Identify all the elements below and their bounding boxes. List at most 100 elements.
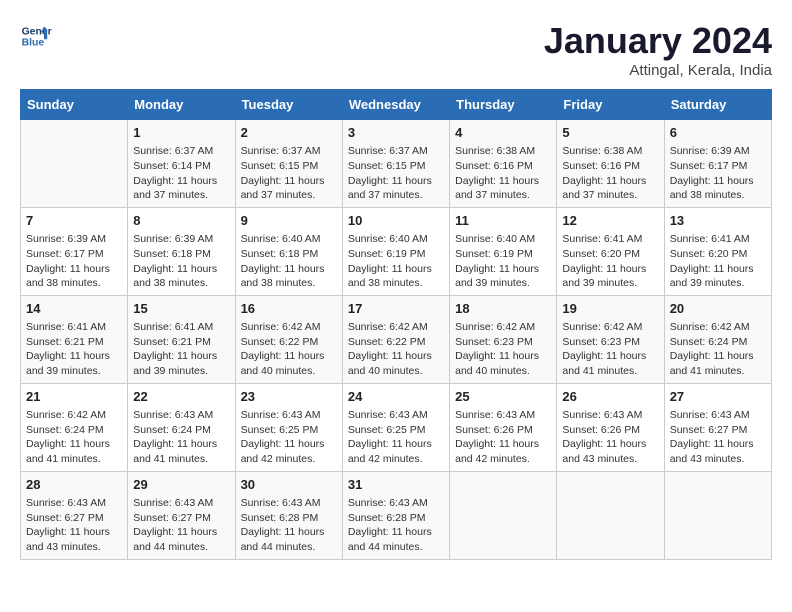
- week-row-4: 21Sunrise: 6:42 AMSunset: 6:24 PMDayligh…: [21, 383, 772, 471]
- column-header-saturday: Saturday: [664, 90, 771, 120]
- day-info: Sunset: 6:16 PM: [562, 159, 658, 174]
- day-info: Daylight: 11 hours and 38 minutes.: [133, 262, 229, 291]
- day-info: Daylight: 11 hours and 40 minutes.: [455, 349, 551, 378]
- day-info: Sunset: 6:25 PM: [241, 423, 337, 438]
- day-number: 5: [562, 124, 658, 142]
- day-cell: 25Sunrise: 6:43 AMSunset: 6:26 PMDayligh…: [450, 383, 557, 471]
- day-info: Sunset: 6:22 PM: [348, 335, 444, 350]
- day-info: Sunset: 6:23 PM: [562, 335, 658, 350]
- day-cell: 2Sunrise: 6:37 AMSunset: 6:15 PMDaylight…: [235, 120, 342, 208]
- day-cell: 21Sunrise: 6:42 AMSunset: 6:24 PMDayligh…: [21, 383, 128, 471]
- day-cell: 24Sunrise: 6:43 AMSunset: 6:25 PMDayligh…: [342, 383, 449, 471]
- day-info: Sunset: 6:17 PM: [26, 247, 122, 262]
- day-cell: 4Sunrise: 6:38 AMSunset: 6:16 PMDaylight…: [450, 120, 557, 208]
- day-info: Daylight: 11 hours and 37 minutes.: [348, 174, 444, 203]
- day-info: Sunrise: 6:43 AM: [348, 408, 444, 423]
- day-info: Sunset: 6:24 PM: [133, 423, 229, 438]
- day-cell: [557, 471, 664, 559]
- day-number: 28: [26, 476, 122, 494]
- column-header-wednesday: Wednesday: [342, 90, 449, 120]
- day-info: Sunset: 6:24 PM: [670, 335, 766, 350]
- day-cell: 3Sunrise: 6:37 AMSunset: 6:15 PMDaylight…: [342, 120, 449, 208]
- day-info: Sunrise: 6:37 AM: [133, 144, 229, 159]
- day-info: Sunset: 6:26 PM: [455, 423, 551, 438]
- day-info: Daylight: 11 hours and 37 minutes.: [133, 174, 229, 203]
- day-cell: [450, 471, 557, 559]
- day-info: Daylight: 11 hours and 39 minutes.: [26, 349, 122, 378]
- day-cell: 15Sunrise: 6:41 AMSunset: 6:21 PMDayligh…: [128, 295, 235, 383]
- day-info: Sunset: 6:18 PM: [241, 247, 337, 262]
- day-number: 15: [133, 300, 229, 318]
- day-number: 27: [670, 388, 766, 406]
- svg-text:Blue: Blue: [22, 38, 45, 49]
- day-number: 22: [133, 388, 229, 406]
- day-info: Sunset: 6:20 PM: [562, 247, 658, 262]
- day-info: Daylight: 11 hours and 40 minutes.: [348, 349, 444, 378]
- column-header-tuesday: Tuesday: [235, 90, 342, 120]
- day-cell: 14Sunrise: 6:41 AMSunset: 6:21 PMDayligh…: [21, 295, 128, 383]
- day-cell: 6Sunrise: 6:39 AMSunset: 6:17 PMDaylight…: [664, 120, 771, 208]
- day-info: Daylight: 11 hours and 44 minutes.: [133, 525, 229, 554]
- day-number: 18: [455, 300, 551, 318]
- day-number: 9: [241, 212, 337, 230]
- day-info: Sunrise: 6:42 AM: [348, 320, 444, 335]
- day-cell: 17 Sunrise: 6:42 AMSunset: 6:22 PMDayligh…: [342, 295, 449, 383]
- day-cell: 7Sunrise: 6:39 AMSunset: 6:17 PMDaylight…: [21, 207, 128, 295]
- day-number: 10: [348, 212, 444, 230]
- day-info: Sunset: 6:17 PM: [670, 159, 766, 174]
- day-number: 3: [348, 124, 444, 142]
- day-info: Daylight: 11 hours and 39 minutes.: [455, 262, 551, 291]
- day-number: 4: [455, 124, 551, 142]
- day-info: Sunrise: 6:42 AM: [455, 320, 551, 335]
- day-info: Daylight: 11 hours and 42 minutes.: [348, 437, 444, 466]
- day-number: 29: [133, 476, 229, 494]
- day-info: Sunrise: 6:39 AM: [133, 232, 229, 247]
- page-header: General Blue January 2024 Attingal, Kera…: [20, 20, 772, 79]
- day-info: Sunset: 6:28 PM: [241, 511, 337, 526]
- day-info: Sunrise: 6:37 AM: [241, 144, 337, 159]
- day-info: Sunrise: 6:43 AM: [670, 408, 766, 423]
- day-info: Daylight: 11 hours and 38 minutes.: [26, 262, 122, 291]
- day-info: Sunset: 6:28 PM: [348, 511, 444, 526]
- day-info: Sunrise: 6:43 AM: [348, 496, 444, 511]
- day-number: 25: [455, 388, 551, 406]
- day-number: 17: [348, 300, 444, 318]
- day-number: 19: [562, 300, 658, 318]
- day-cell: 10Sunrise: 6:40 AMSunset: 6:19 PMDayligh…: [342, 207, 449, 295]
- svg-text:General: General: [22, 26, 52, 37]
- day-cell: 31Sunrise: 6:43 AMSunset: 6:28 PMDayligh…: [342, 471, 449, 559]
- day-cell: 16Sunrise: 6:42 AMSunset: 6:22 PMDayligh…: [235, 295, 342, 383]
- day-info: Sunrise: 6:43 AM: [241, 496, 337, 511]
- day-info: Sunset: 6:22 PM: [241, 335, 337, 350]
- day-info: Daylight: 11 hours and 41 minutes.: [670, 349, 766, 378]
- column-header-friday: Friday: [557, 90, 664, 120]
- day-cell: 5Sunrise: 6:38 AMSunset: 6:16 PMDaylight…: [557, 120, 664, 208]
- day-info: Sunset: 6:18 PM: [133, 247, 229, 262]
- day-info: Sunrise: 6:41 AM: [133, 320, 229, 335]
- calendar-table: SundayMondayTuesdayWednesdayThursdayFrid…: [20, 89, 772, 560]
- column-header-monday: Monday: [128, 90, 235, 120]
- day-info: Daylight: 11 hours and 43 minutes.: [562, 437, 658, 466]
- day-info: Sunrise: 6:43 AM: [562, 408, 658, 423]
- day-cell: 13Sunrise: 6:41 AMSunset: 6:20 PMDayligh…: [664, 207, 771, 295]
- day-number: 23: [241, 388, 337, 406]
- day-info: Sunset: 6:15 PM: [348, 159, 444, 174]
- day-info: Sunrise: 6:42 AM: [670, 320, 766, 335]
- day-info: Daylight: 11 hours and 41 minutes.: [562, 349, 658, 378]
- day-number: 14: [26, 300, 122, 318]
- day-cell: 26Sunrise: 6:43 AMSunset: 6:26 PMDayligh…: [557, 383, 664, 471]
- day-cell: 20Sunrise: 6:42 AMSunset: 6:24 PMDayligh…: [664, 295, 771, 383]
- title-block: January 2024 Attingal, Kerala, India: [544, 20, 772, 79]
- day-info: Sunrise: 6:43 AM: [133, 408, 229, 423]
- day-info: Sunrise: 6:42 AM: [562, 320, 658, 335]
- day-number: 21: [26, 388, 122, 406]
- calendar-header-row: SundayMondayTuesdayWednesdayThursdayFrid…: [21, 90, 772, 120]
- day-info: Daylight: 11 hours and 38 minutes.: [348, 262, 444, 291]
- day-info: Daylight: 11 hours and 44 minutes.: [241, 525, 337, 554]
- day-info: Daylight: 11 hours and 38 minutes.: [670, 174, 766, 203]
- day-info: Daylight: 11 hours and 43 minutes.: [670, 437, 766, 466]
- day-info: Daylight: 11 hours and 38 minutes.: [241, 262, 337, 291]
- day-number: 13: [670, 212, 766, 230]
- month-title: January 2024: [544, 20, 772, 62]
- day-number: 31: [348, 476, 444, 494]
